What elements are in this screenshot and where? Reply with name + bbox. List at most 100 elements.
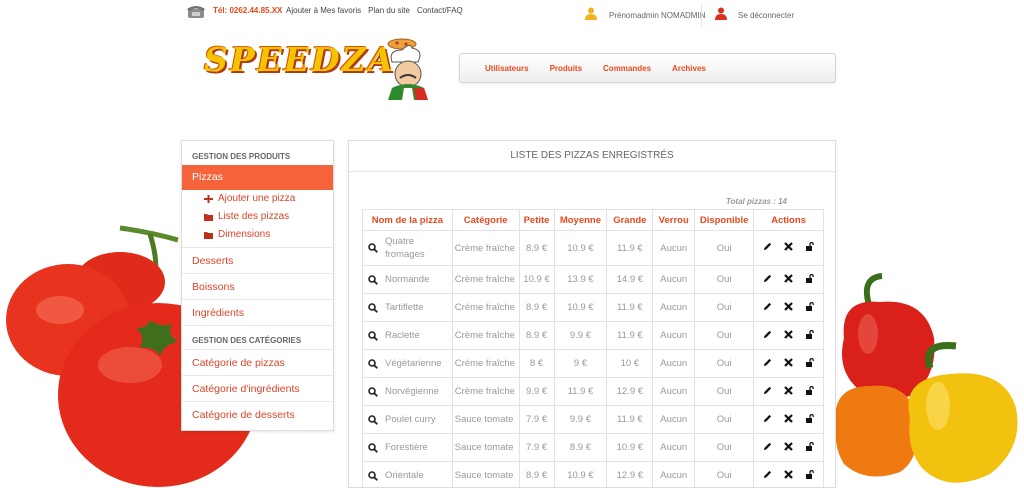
search-icon[interactable] [368,243,378,253]
col-medium[interactable]: Moyenne [553,209,608,231]
edit-pencil-icon[interactable] [763,386,772,395]
search-icon[interactable] [368,442,378,453]
unlock-icon[interactable] [805,413,814,423]
cell-lock: Aucun [652,433,696,462]
delete-x-icon[interactable] [784,301,793,311]
cell-lock: Aucun [652,405,696,434]
col-small[interactable]: Petite [518,209,555,231]
nav-users[interactable]: Utilisateurs [485,64,529,73]
pizza-name: Végétarienne [385,358,442,369]
unlock-icon[interactable] [805,469,814,479]
cell-available: Oui [694,433,755,462]
col-available[interactable]: Disponible [694,209,755,231]
table-row: Quatre fromages Crème fraîche 8.9 €10.9 €1… [362,230,824,266]
sidebar-item-ingredients[interactable]: Ingrédients [182,299,333,325]
row-actions [763,469,814,479]
cell-name: Forestière [362,433,453,462]
pizza-name: Tartiflette [385,302,424,313]
delete-x-icon[interactable] [784,242,793,251]
delete-x-icon[interactable] [784,273,793,283]
contact-link[interactable]: Contact/FAQ [417,6,463,15]
col-category[interactable]: Catégorie [451,209,520,231]
search-icon[interactable] [368,386,378,397]
col-name[interactable]: Nom de la pizza [362,209,453,231]
edit-pencil-icon[interactable] [763,442,772,451]
edit-pencil-icon[interactable] [763,242,772,251]
search-icon[interactable] [368,274,378,285]
table-row: Orientale Sauce tomate 8.9 €10.9 €12.9 € Au… [362,461,824,487]
row-actions [763,273,814,283]
sidebar-sub-add-pizza[interactable]: Ajouter une pizza [182,190,333,208]
edit-pencil-icon[interactable] [763,358,772,367]
cell-small-price: 8.9 € [518,293,555,322]
nav-archives[interactable]: Archives [672,64,706,73]
sidebar-item-desserts[interactable]: Desserts [182,247,333,273]
delete-x-icon[interactable] [784,357,793,367]
edit-pencil-icon[interactable] [763,330,772,339]
edit-pencil-icon[interactable] [763,302,772,311]
pizza-table: Nom de la pizza Catégorie Petite Moyenne… [362,209,824,487]
cell-large-price: 11.9 € [606,293,654,322]
col-large[interactable]: Grande [606,209,654,231]
sitemap-link[interactable]: Plan du site [368,6,410,15]
sidebar-sub-list-pizzas[interactable]: Liste des pizzas [182,208,333,226]
sidebar-item-pizza-categories[interactable]: Catégorie de pizzas [182,349,333,375]
pizza-name: Raclette [385,330,420,341]
edit-pencil-icon[interactable] [763,414,772,423]
col-lock[interactable]: Verrou [652,209,696,231]
cell-available: Oui [694,265,755,294]
unlock-icon[interactable] [805,273,814,283]
unlock-icon[interactable] [805,441,814,451]
logout-icon[interactable] [714,6,728,20]
search-icon[interactable] [368,330,378,341]
unlock-icon[interactable] [805,357,814,367]
cell-name: Orientale [362,461,453,487]
delete-x-icon[interactable] [784,469,793,479]
cell-large-price: 10.9 € [606,433,654,462]
cell-small-price: 10.9 € [518,265,555,294]
unlock-icon[interactable] [805,329,814,339]
edit-pencil-icon[interactable] [763,274,772,283]
total-count: Total pizzas : 14 [725,197,787,206]
table-header: Nom de la pizza Catégorie Petite Moyenne… [362,209,824,231]
logout-link[interactable]: Se déconnecter [738,11,794,20]
table-row: Poulet curry Sauce tomate 7.9 €9.9 €11.9 €… [362,405,824,434]
sidebar-item-pizzas[interactable]: Pizzas [182,165,333,190]
sidebar-item-dessert-categories[interactable]: Catégorie de desserts [182,401,333,427]
unlock-icon[interactable] [805,301,814,311]
cell-available: Oui [694,230,755,266]
cell-actions [753,461,824,487]
cell-lock: Aucun [652,230,696,266]
add-favorites-link[interactable]: Ajouter à Mes favoris [286,6,361,15]
cell-small-price: 8 € [518,349,555,378]
row-actions [763,385,814,395]
cell-available: Oui [694,321,755,350]
edit-pencil-icon[interactable] [763,470,772,479]
unlock-icon[interactable] [805,385,814,395]
chef-logo-icon [387,38,428,100]
unlock-icon[interactable] [805,242,814,251]
delete-x-icon[interactable] [784,385,793,395]
cell-category: Crème fraîche [451,293,520,322]
delete-x-icon[interactable] [784,413,793,423]
nav-orders[interactable]: Commandes [603,64,651,73]
section-products-heading: GESTION DES PRODUITS [192,152,291,161]
top-links: Ajouter à Mes favoris Plan du site Conta… [286,6,463,15]
nav-products[interactable]: Produits [550,64,582,73]
delete-x-icon[interactable] [784,441,793,451]
cell-lock: Aucun [652,461,696,487]
sidebar-sub-dimensions[interactable]: Dimensions [182,226,333,244]
sidebar-item-drinks[interactable]: Boissons [182,273,333,299]
search-icon[interactable] [368,414,378,425]
cell-large-price: 11.9 € [606,230,654,266]
logo-text[interactable]: SPEEDZA [204,40,395,79]
cell-lock: Aucun [652,293,696,322]
search-icon[interactable] [368,470,378,481]
search-icon[interactable] [368,302,378,313]
cell-name: Quatre fromages [362,230,453,266]
delete-x-icon[interactable] [784,329,793,339]
cell-actions [753,230,824,266]
top-divider [701,4,702,26]
search-icon[interactable] [368,358,378,369]
sidebar-item-ingredient-categories[interactable]: Catégorie d'ingrédients [182,375,333,401]
